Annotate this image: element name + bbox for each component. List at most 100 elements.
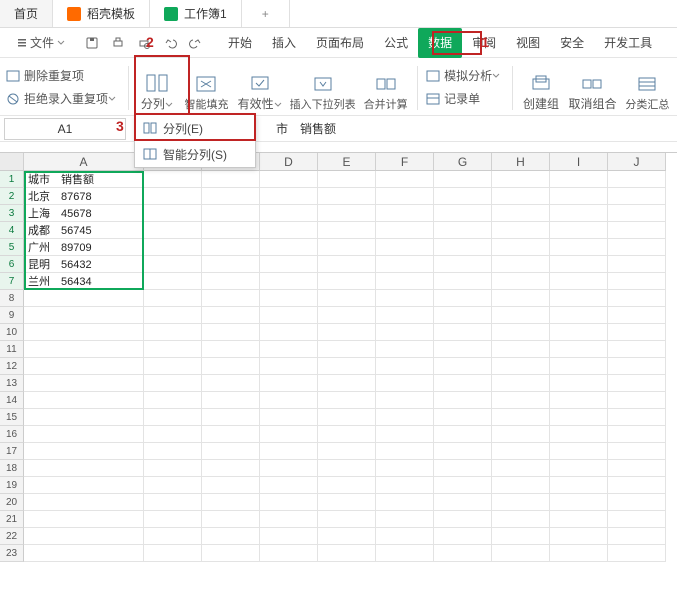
cell[interactable]	[260, 222, 318, 239]
cell[interactable]	[202, 528, 260, 545]
cell[interactable]	[202, 443, 260, 460]
cell[interactable]	[260, 256, 318, 273]
row-header[interactable]: 9	[0, 307, 24, 324]
cell[interactable]	[24, 494, 144, 511]
cell[interactable]	[260, 171, 318, 188]
row-header[interactable]: 13	[0, 375, 24, 392]
cell[interactable]	[608, 256, 666, 273]
cell[interactable]	[318, 205, 376, 222]
cell[interactable]	[608, 358, 666, 375]
cell[interactable]	[144, 307, 202, 324]
cell[interactable]	[260, 307, 318, 324]
cell[interactable]	[318, 188, 376, 205]
cell[interactable]	[318, 528, 376, 545]
insert-dropdown-button[interactable]: 插入下拉列表	[289, 62, 356, 112]
cell[interactable]	[144, 188, 202, 205]
cell[interactable]	[550, 273, 608, 290]
cell[interactable]	[434, 188, 492, 205]
cell[interactable]	[202, 358, 260, 375]
cell[interactable]	[434, 290, 492, 307]
cell[interactable]	[550, 307, 608, 324]
col-header-F[interactable]: F	[376, 153, 434, 171]
cell[interactable]	[24, 358, 144, 375]
cell[interactable]	[434, 494, 492, 511]
cell[interactable]	[492, 290, 550, 307]
cell[interactable]	[260, 239, 318, 256]
row-header[interactable]: 17	[0, 443, 24, 460]
dropdown-split-item[interactable]: 分列(E)	[135, 115, 255, 141]
cell[interactable]	[550, 528, 608, 545]
cell[interactable]	[202, 273, 260, 290]
cell[interactable]	[376, 188, 434, 205]
cell[interactable]	[202, 290, 260, 307]
cell[interactable]	[376, 256, 434, 273]
cell[interactable]	[260, 358, 318, 375]
cell[interactable]	[202, 307, 260, 324]
cell[interactable]	[376, 324, 434, 341]
cell[interactable]	[608, 477, 666, 494]
cell[interactable]	[492, 494, 550, 511]
cell[interactable]	[202, 545, 260, 562]
cell[interactable]	[550, 426, 608, 443]
cell[interactable]	[550, 494, 608, 511]
row-header[interactable]: 20	[0, 494, 24, 511]
split-column-button[interactable]: 分列	[137, 62, 177, 112]
cell[interactable]	[202, 460, 260, 477]
cell[interactable]	[608, 443, 666, 460]
cell[interactable]	[492, 545, 550, 562]
cell[interactable]	[492, 171, 550, 188]
cell[interactable]	[260, 528, 318, 545]
cell[interactable]	[144, 256, 202, 273]
cell[interactable]	[376, 341, 434, 358]
cell[interactable]	[376, 375, 434, 392]
cell[interactable]	[144, 324, 202, 341]
cell[interactable]	[492, 188, 550, 205]
cell[interactable]	[376, 528, 434, 545]
cell[interactable]	[550, 188, 608, 205]
cell[interactable]	[144, 528, 202, 545]
undo-icon[interactable]	[162, 35, 178, 51]
cell[interactable]	[492, 426, 550, 443]
cell[interactable]	[260, 426, 318, 443]
print-icon[interactable]	[110, 35, 126, 51]
cell[interactable]	[318, 460, 376, 477]
cell[interactable]	[376, 511, 434, 528]
cell[interactable]	[260, 324, 318, 341]
cell[interactable]	[260, 273, 318, 290]
cell[interactable]	[492, 341, 550, 358]
cell[interactable]	[318, 307, 376, 324]
cell[interactable]	[260, 341, 318, 358]
cell[interactable]	[144, 222, 202, 239]
cell[interactable]	[550, 222, 608, 239]
cell[interactable]	[608, 171, 666, 188]
cell[interactable]	[144, 290, 202, 307]
select-all-corner[interactable]	[0, 153, 24, 171]
tab-add[interactable]: +	[242, 0, 290, 27]
cell[interactable]	[202, 188, 260, 205]
menu-data[interactable]: 数据	[418, 28, 462, 58]
cell[interactable]	[318, 290, 376, 307]
simulation-analysis-button[interactable]: 模拟分析	[426, 67, 504, 84]
row-header[interactable]: 22	[0, 528, 24, 545]
cell[interactable]	[434, 341, 492, 358]
cell[interactable]	[144, 443, 202, 460]
cell[interactable]	[376, 443, 434, 460]
cell[interactable]	[318, 545, 376, 562]
cell[interactable]	[492, 205, 550, 222]
cell[interactable]	[492, 528, 550, 545]
cell[interactable]	[550, 511, 608, 528]
cell[interactable]: 昆明 56432	[24, 256, 144, 273]
col-header-I[interactable]: I	[550, 153, 608, 171]
row-header[interactable]: 8	[0, 290, 24, 307]
col-header-A[interactable]: A	[24, 153, 144, 171]
cell[interactable]	[608, 307, 666, 324]
cell[interactable]	[434, 528, 492, 545]
cell[interactable]	[260, 188, 318, 205]
cell[interactable]	[24, 460, 144, 477]
cell[interactable]	[434, 205, 492, 222]
cell[interactable]	[202, 477, 260, 494]
delete-duplicates-button[interactable]: 删除重复项	[6, 67, 120, 84]
tab-workbook[interactable]: 工作簿1	[150, 0, 242, 27]
cell[interactable]	[608, 511, 666, 528]
cell[interactable]	[434, 222, 492, 239]
